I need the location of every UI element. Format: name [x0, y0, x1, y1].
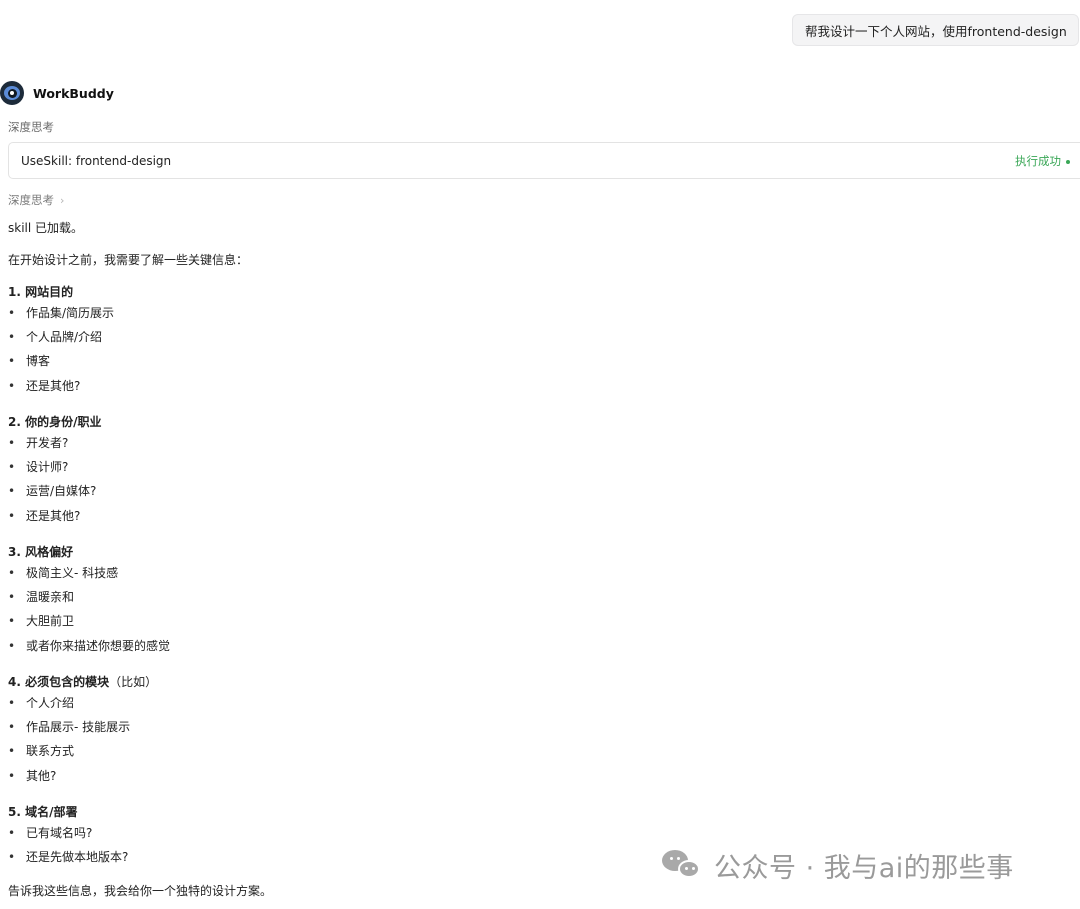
- skill-call-card[interactable]: UseSkill: frontend-design 执行成功: [8, 142, 1080, 179]
- section-heading: 1. 网站目的: [8, 285, 74, 299]
- list-item: 运营/自媒体?: [8, 482, 96, 499]
- list-item: 个人品牌/介绍: [8, 328, 102, 345]
- list-item: 还是其他?: [8, 377, 80, 394]
- watermark: 公众号 · 我与ai的那些事: [662, 846, 1014, 885]
- thinking-toggle-label: 深度思考: [8, 193, 54, 207]
- chevron-right-icon: ›: [60, 193, 65, 207]
- list-item: 其他?: [8, 767, 56, 784]
- skill-call-status: 执行成功: [1015, 153, 1070, 169]
- response-closing: 告诉我这些信息，我会给你一个独特的设计方案。: [8, 884, 273, 898]
- list-item: 作品集/简历展示: [8, 304, 114, 321]
- list-item: 博客: [8, 352, 50, 369]
- status-dot-icon: [1066, 159, 1070, 164]
- list-item: 作品展示- 技能展示: [8, 718, 130, 735]
- skill-call-name: UseSkill: frontend-design: [21, 153, 172, 168]
- section-heading: 3. 风格偏好: [8, 545, 74, 559]
- user-message-bubble: 帮我设计一下个人网站，使用frontend-design: [792, 14, 1079, 46]
- wechat-icon: [662, 848, 706, 884]
- list-item: 还是其他?: [8, 507, 80, 524]
- skill-call-status-text: 执行成功: [1015, 154, 1061, 168]
- thinking-label: 深度思考: [8, 120, 54, 134]
- response-loaded: skill 已加载。: [8, 221, 84, 235]
- list-item: 或者你来描述你想要的感觉: [8, 637, 170, 654]
- list-item: 温暖亲和: [8, 588, 74, 605]
- list-item: 个人介绍: [8, 694, 74, 711]
- thinking-toggle[interactable]: 深度思考 ›: [8, 192, 64, 208]
- section-heading-note: （比如）: [109, 675, 158, 689]
- agent-header: WorkBuddy: [0, 81, 114, 105]
- list-item: 极简主义- 科技感: [8, 564, 118, 581]
- watermark-text: 公众号 · 我与ai的那些事: [714, 853, 1014, 884]
- list-item: 开发者?: [8, 434, 68, 451]
- section-heading: 4. 必须包含的模块（比如）: [8, 673, 157, 690]
- agent-name: WorkBuddy: [33, 85, 114, 101]
- list-item: 设计师?: [8, 458, 68, 475]
- agent-avatar: [0, 81, 24, 105]
- response-intro: 在开始设计之前，我需要了解一些关键信息：: [8, 253, 249, 267]
- section-heading-title: 4. 必须包含的模块: [8, 675, 110, 689]
- list-item: 还是先做本地版本?: [8, 848, 128, 865]
- list-item: 大胆前卫: [8, 612, 74, 629]
- section-heading: 5. 域名/部署: [8, 805, 78, 819]
- list-item: 已有域名吗?: [8, 824, 92, 841]
- list-item: 联系方式: [8, 742, 74, 759]
- section-heading: 2. 你的身份/职业: [8, 415, 102, 429]
